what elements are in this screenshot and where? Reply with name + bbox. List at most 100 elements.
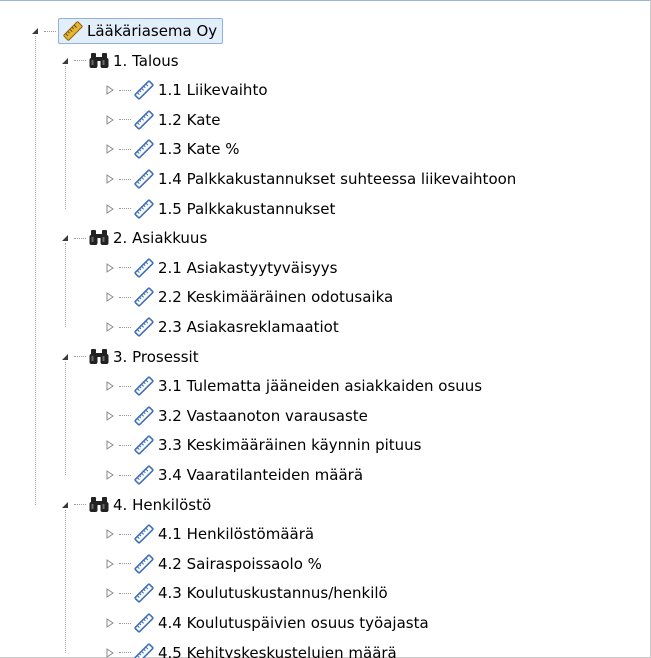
- ruler-icon: [133, 316, 155, 338]
- tree-vertical-connector: [65, 361, 66, 475]
- tree-vertical-connector: [35, 36, 36, 505]
- expanded-triangle-icon[interactable]: [60, 233, 70, 243]
- ruler-icon: [133, 464, 155, 486]
- ruler-icon: [133, 109, 155, 131]
- collapsed-triangle-icon[interactable]: [105, 203, 115, 214]
- collapsed-triangle-icon[interactable]: [105, 588, 115, 599]
- tree-connector: [74, 237, 86, 239]
- binoculars-icon: [88, 494, 110, 516]
- collapsed-triangle-icon[interactable]: [105, 322, 115, 332]
- tree-connector: [74, 356, 86, 358]
- tree-item-node[interactable]: 4.1 Henkilöstömäärä: [105, 519, 314, 549]
- item-label: 2.1 Asiakastyytyväisyys: [158, 258, 338, 277]
- tree-item-node[interactable]: 4.3 Koulutuskustannus/henkilö: [105, 578, 388, 608]
- tree-connector: [119, 415, 131, 417]
- tree-item-node[interactable]: 2.2 Keskimääräinen odotusaika: [105, 282, 393, 312]
- ruler-icon: [133, 582, 155, 604]
- tree-vertical-connector: [65, 65, 66, 209]
- tree-connector: [119, 385, 131, 387]
- expanded-triangle-icon[interactable]: [60, 500, 70, 510]
- tree-item-node[interactable]: 1.3 Kate %: [105, 134, 240, 164]
- collapsed-triangle-icon[interactable]: [105, 529, 115, 540]
- tree-connector: [74, 60, 86, 62]
- tree-connector: [44, 30, 56, 32]
- ruler-icon: [133, 523, 155, 545]
- collapsed-triangle-icon[interactable]: [105, 114, 115, 125]
- collapsed-triangle-icon[interactable]: [105, 647, 115, 658]
- ruler-icon: [133, 553, 155, 575]
- item-label: 1.4 Palkkakustannukset suhteessa liikeva…: [158, 170, 517, 188]
- group-label: 4. Henkilöstö: [113, 495, 212, 514]
- binoculars-icon: [88, 346, 110, 368]
- collapsed-triangle-icon[interactable]: [105, 85, 115, 96]
- collapsed-triangle-icon[interactable]: [105, 470, 115, 480]
- tree-item-node[interactable]: 1.5 Palkkakustannukset: [105, 194, 335, 224]
- tree-item-node[interactable]: 4.4 Koulutuspäivien osuus työajasta: [105, 608, 429, 638]
- item-label: 1.3 Kate %: [158, 140, 240, 159]
- tree-group-node[interactable]: 1. Talous: [60, 46, 179, 76]
- collapsed-triangle-icon[interactable]: [105, 144, 115, 155]
- ruler-icon: [133, 612, 155, 634]
- tree-item-node[interactable]: 2.3 Asiakasreklamaatiot: [105, 312, 339, 342]
- tree-item-node[interactable]: 3.4 Vaaratilanteiden määrä: [105, 460, 363, 490]
- collapsed-triangle-icon[interactable]: [105, 440, 115, 451]
- tree-item-node[interactable]: 4.2 Sairaspoissaolo %: [105, 549, 322, 579]
- ruler-icon: [133, 405, 155, 427]
- item-label: 4.1 Henkilöstömäärä: [158, 525, 315, 544]
- group-label: 1. Talous: [113, 51, 179, 70]
- tree-item-node[interactable]: 3.2 Vastaanoton varausaste: [105, 401, 368, 431]
- tree-item-node[interactable]: 3.1 Tulematta jääneiden asiakkaiden osuu…: [105, 371, 482, 401]
- tree-item-node[interactable]: 1.4 Palkkakustannukset suhteessa liikeva…: [105, 164, 516, 194]
- binoculars-icon: [88, 227, 110, 249]
- item-label: 1.1 Liikevaihto: [158, 81, 268, 100]
- item-label: 2.3 Asiakasreklamaatiot: [158, 318, 339, 336]
- item-label: 2.2 Keskimääräinen odotusaika: [158, 288, 394, 307]
- root-label: Lääkäriasema Oy: [87, 22, 218, 40]
- collapsed-triangle-icon[interactable]: [105, 292, 115, 303]
- tree-item-node[interactable]: 1.1 Liikevaihto: [105, 75, 268, 105]
- ruler-icon: [133, 286, 155, 308]
- expanded-triangle-icon[interactable]: [60, 352, 70, 362]
- tree-item-node[interactable]: 2.1 Asiakastyytyväisyys: [105, 253, 338, 283]
- tree-view[interactable]: Lääkäriasema Oy 1. Talous 1.1 Liikevaihto…: [0, 0, 651, 658]
- item-label: 1.2 Kate: [158, 110, 221, 129]
- item-label: 1.5 Palkkakustannukset: [158, 199, 336, 218]
- ruler-icon: [133, 198, 155, 220]
- collapsed-triangle-icon[interactable]: [105, 618, 115, 628]
- tree-item-node[interactable]: 1.2 Kate: [105, 105, 221, 135]
- selected-root-box[interactable]: Lääkäriasema Oy: [58, 18, 224, 44]
- tree-connector: [119, 533, 131, 535]
- tree-group-node[interactable]: 2. Asiakkuus: [60, 223, 207, 253]
- item-label: 4.3 Koulutuskustannus/henkilö: [158, 584, 388, 603]
- collapsed-triangle-icon[interactable]: [105, 262, 115, 273]
- expanded-triangle-icon[interactable]: [30, 26, 40, 36]
- collapsed-triangle-icon[interactable]: [105, 558, 115, 569]
- item-label: 4.4 Koulutuspäivien osuus työajasta: [158, 614, 429, 632]
- tree-connector: [119, 444, 131, 446]
- expanded-triangle-icon[interactable]: [60, 56, 70, 66]
- collapsed-triangle-icon[interactable]: [105, 381, 115, 392]
- ruler-icon: [133, 79, 155, 101]
- binoculars-icon: [88, 50, 110, 72]
- tree-connector: [119, 622, 131, 624]
- group-label: 2. Asiakkuus: [113, 229, 208, 248]
- collapsed-triangle-icon[interactable]: [105, 410, 115, 421]
- group-label: 3. Prosessit: [113, 347, 199, 366]
- ruler-icon: [133, 375, 155, 397]
- tree-group-node[interactable]: 3. Prosessit: [60, 342, 199, 372]
- ruler-icon: [133, 642, 155, 658]
- ruler-icon: [62, 20, 84, 42]
- tree-item-node[interactable]: 3.3 Keskimääräinen käynnin pituus: [105, 430, 422, 460]
- tree-connector: [119, 119, 131, 121]
- ruler-icon: [133, 138, 155, 160]
- ruler-icon: [133, 257, 155, 279]
- tree-vertical-connector: [65, 509, 66, 653]
- tree-connector: [119, 563, 131, 565]
- tree-group-node[interactable]: 4. Henkilöstö: [60, 490, 211, 520]
- tree-root-node[interactable]: Lääkäriasema Oy: [30, 16, 224, 46]
- tree-connector: [119, 178, 131, 180]
- ruler-icon: [133, 434, 155, 456]
- tree-item-node[interactable]: 4.5 Kehityskeskustelujen määrä: [105, 638, 397, 658]
- tree-connector: [119, 296, 131, 298]
- collapsed-triangle-icon[interactable]: [105, 174, 115, 184]
